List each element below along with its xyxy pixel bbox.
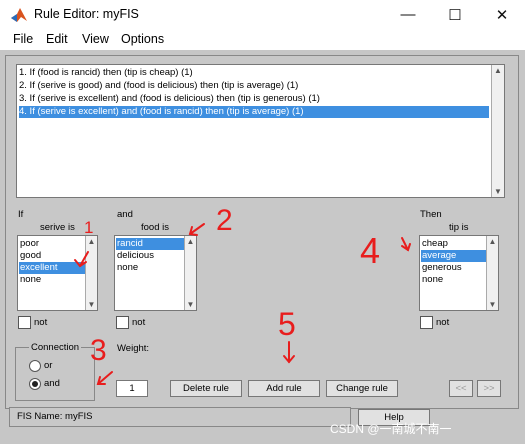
- menu-options[interactable]: Options: [121, 32, 164, 46]
- window-title: Rule Editor: myFIS: [34, 7, 139, 21]
- then-not-label: not: [436, 317, 450, 328]
- annotation-number: 3: [90, 334, 107, 367]
- connection-label: Connection: [29, 342, 82, 353]
- scroll-up-icon[interactable]: ▲: [492, 66, 504, 75]
- list-item[interactable]: none: [116, 262, 185, 274]
- annotation-number: 5: [278, 306, 296, 342]
- list-item-selected[interactable]: rancid: [116, 238, 185, 250]
- list-item[interactable]: cheap: [421, 238, 487, 250]
- or-radio[interactable]: [29, 360, 41, 372]
- menu-bar: [0, 29, 525, 50]
- list-item[interactable]: delicious: [116, 250, 185, 262]
- serive-listbox[interactable]: poor good excellent none ▲ ▼: [17, 235, 98, 311]
- scroll-down-icon[interactable]: ▼: [492, 187, 504, 196]
- annotation-number: 2: [216, 204, 233, 237]
- and-radio-label: and: [44, 378, 60, 389]
- and-radio[interactable]: [29, 378, 41, 390]
- then-not-checkbox[interactable]: [420, 316, 433, 329]
- and-not-checkbox[interactable]: [116, 316, 129, 329]
- rule-item[interactable]: 3. If (serive is excellent) and (food is…: [19, 93, 489, 105]
- change-rule-button[interactable]: Change rule: [326, 380, 398, 397]
- and-variable-label: food is: [141, 222, 169, 233]
- list-item[interactable]: good: [19, 250, 86, 262]
- tip-scrollbar[interactable]: ▲ ▼: [486, 236, 498, 310]
- then-label: Then: [420, 209, 442, 220]
- then-variable-label: tip is: [449, 222, 469, 233]
- or-radio-label: or: [44, 360, 53, 371]
- if-not-checkbox[interactable]: [18, 316, 31, 329]
- scroll-down-icon[interactable]: ▼: [487, 300, 498, 309]
- scroll-down-icon[interactable]: ▼: [86, 300, 97, 309]
- menu-edit[interactable]: Edit: [46, 32, 68, 46]
- tip-listbox[interactable]: cheap average generous none ▲ ▼: [419, 235, 499, 311]
- list-item[interactable]: poor: [19, 238, 86, 250]
- list-item[interactable]: none: [421, 274, 487, 286]
- serive-scrollbar[interactable]: ▲ ▼: [85, 236, 97, 310]
- close-icon[interactable]: ✕: [479, 0, 525, 29]
- maximize-icon[interactable]: ☐: [432, 0, 478, 29]
- next-button[interactable]: >>: [477, 380, 501, 397]
- list-item-selected[interactable]: average: [421, 250, 487, 262]
- fis-name-text: FIS Name: myFIS: [17, 411, 93, 422]
- scroll-up-icon[interactable]: ▲: [487, 237, 498, 246]
- rule-item[interactable]: 1. If (food is rancid) then (tip is chea…: [19, 67, 489, 79]
- scroll-up-icon[interactable]: ▲: [86, 237, 97, 246]
- rule-list[interactable]: 1. If (food is rancid) then (tip is chea…: [16, 64, 505, 198]
- scroll-down-icon[interactable]: ▼: [185, 300, 196, 309]
- list-item[interactable]: none: [19, 274, 86, 286]
- if-label: If: [18, 209, 24, 220]
- if-variable-label: serive is: [40, 222, 75, 233]
- weight-input[interactable]: 1: [116, 380, 148, 397]
- minimize-icon[interactable]: —: [385, 0, 431, 29]
- weight-label: Weight:: [117, 343, 150, 354]
- scroll-up-icon[interactable]: ▲: [185, 237, 196, 246]
- food-listbox[interactable]: rancid delicious none ▲ ▼: [114, 235, 197, 311]
- food-scrollbar[interactable]: ▲ ▼: [184, 236, 196, 310]
- add-rule-button[interactable]: Add rule: [248, 380, 320, 397]
- list-item-selected[interactable]: excellent: [19, 262, 86, 274]
- annotation-number: 4: [360, 230, 381, 271]
- if-not-label: not: [34, 317, 48, 328]
- menu-view[interactable]: View: [82, 32, 109, 46]
- prev-button[interactable]: <<: [449, 380, 473, 397]
- and-not-label: not: [132, 317, 146, 328]
- annotation-number: 1: [84, 218, 94, 237]
- rule-item[interactable]: 2. If (serive is good) and (food is deli…: [19, 80, 489, 92]
- delete-rule-button[interactable]: Delete rule: [170, 380, 242, 397]
- rule-list-scrollbar[interactable]: ▲ ▼: [491, 65, 504, 197]
- list-item[interactable]: generous: [421, 262, 487, 274]
- connection-group: [15, 347, 95, 401]
- and-label: and: [117, 209, 133, 220]
- menu-file[interactable]: File: [13, 32, 33, 46]
- rule-item-selected[interactable]: 4. If (serive is excellent) and (food is…: [19, 106, 489, 118]
- status-bar: FIS Name: myFIS: [9, 407, 351, 427]
- matlab-logo-icon: [10, 6, 28, 24]
- watermark-text: CSDN @一南城不南一: [330, 422, 452, 436]
